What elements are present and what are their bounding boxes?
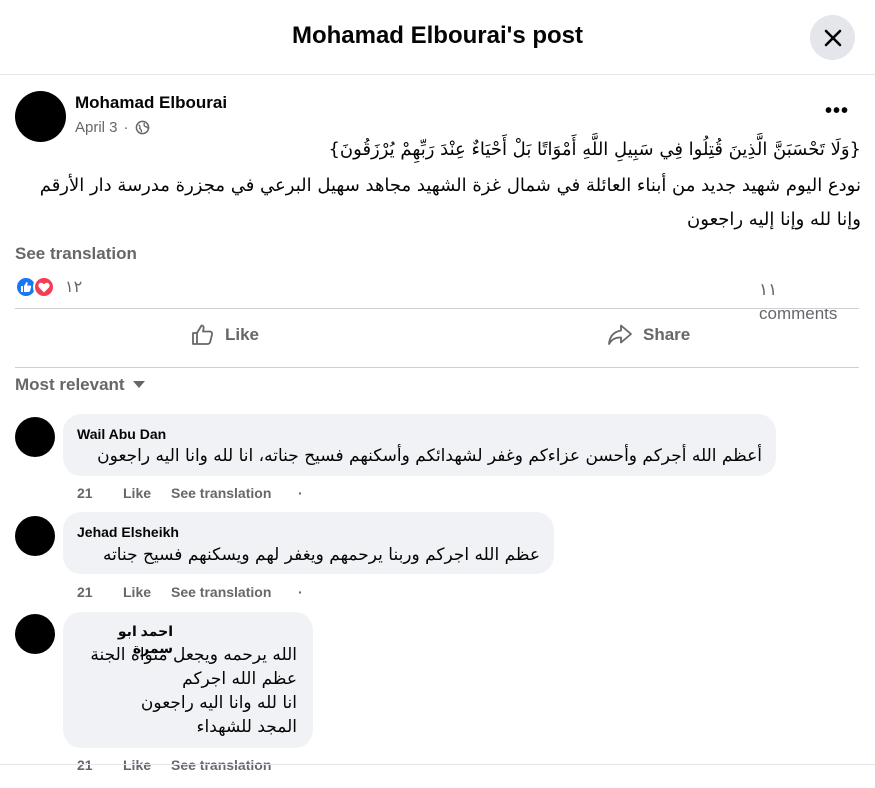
- dialog-header: Mohamad Elbourai's post: [0, 0, 875, 75]
- thumbs-up-icon: [192, 324, 213, 345]
- comment-dot: ·: [298, 584, 303, 600]
- comment-text: الله يرحمه ويجعل مثواه الجنة عظم الله اج…: [90, 645, 297, 737]
- comment-text: عظم الله اجركم وربنا يرحمهم ويغفر لهم وي…: [102, 545, 540, 565]
- post-text-line-1: {وَلَا تَحْسَبَنَّ الَّذِينَ قُتِلُوا فِ…: [328, 139, 861, 160]
- comment-avatar[interactable]: [15, 516, 55, 556]
- author-name[interactable]: Mohamad Elbourai: [75, 93, 227, 113]
- post-text-line-2: نودع اليوم شهيد جديد من أبناء العائلة في…: [39, 175, 861, 196]
- comments-count[interactable]: ١١ comments: [759, 278, 859, 326]
- comment-time[interactable]: 21: [77, 584, 93, 600]
- comment-like-button[interactable]: Like: [123, 757, 151, 773]
- reaction-count: ١٢: [65, 279, 83, 296]
- globe-icon: [135, 120, 149, 135]
- more-options-button[interactable]: •••: [822, 100, 852, 128]
- comment-author[interactable]: Wail Abu Dan: [77, 426, 166, 442]
- comment-time[interactable]: 21: [77, 485, 93, 501]
- caret-down-icon: [132, 381, 145, 388]
- love-reaction-icon: [33, 276, 55, 298]
- comment-see-translation[interactable]: See translation: [171, 584, 271, 600]
- dialog-title: Mohamad Elbourai's post: [291, 22, 584, 49]
- like-button[interactable]: Like: [191, 318, 259, 352]
- close-button[interactable]: [810, 15, 855, 60]
- post-date[interactable]: April 3: [75, 119, 118, 136]
- post-text-line-3: وإنا لله وإنا إليه راجعون: [687, 209, 861, 230]
- sort-label: Most relevant: [15, 375, 125, 394]
- meta-separator: ·: [123, 119, 129, 136]
- comment-text: أعظم الله أجركم وأحسن عزاءكم وغفر لشهدائ…: [97, 446, 762, 466]
- comment-dot: ·: [298, 485, 303, 501]
- share-button[interactable]: Share: [607, 318, 690, 352]
- like-label: Like: [225, 325, 260, 344]
- divider-bottom: [15, 367, 859, 368]
- comment-avatar[interactable]: [15, 417, 55, 457]
- comment-author[interactable]: Jehad Elsheikh: [77, 524, 179, 540]
- share-label: Share: [643, 325, 691, 344]
- comments-count-number: ١١: [759, 280, 778, 299]
- close-icon: [824, 29, 841, 46]
- comment-sort-dropdown[interactable]: Most relevant: [15, 375, 145, 395]
- comment-avatar[interactable]: [15, 614, 55, 654]
- reactions-summary[interactable]: ١٢: [15, 276, 82, 298]
- dialog-footer-divider: [0, 764, 875, 765]
- share-icon: [608, 324, 632, 345]
- comment-see-translation[interactable]: See translation: [171, 757, 271, 773]
- author-avatar[interactable]: [15, 91, 66, 142]
- see-translation-link[interactable]: See translation: [15, 244, 137, 264]
- post-meta: April 3 ·: [75, 119, 150, 136]
- divider-top: [15, 308, 859, 309]
- comment-time[interactable]: 21: [77, 757, 93, 773]
- comment-see-translation[interactable]: See translation: [171, 485, 271, 501]
- comment-like-button[interactable]: Like: [123, 485, 151, 501]
- comment-like-button[interactable]: Like: [123, 584, 151, 600]
- comments-count-label: comments: [759, 304, 838, 323]
